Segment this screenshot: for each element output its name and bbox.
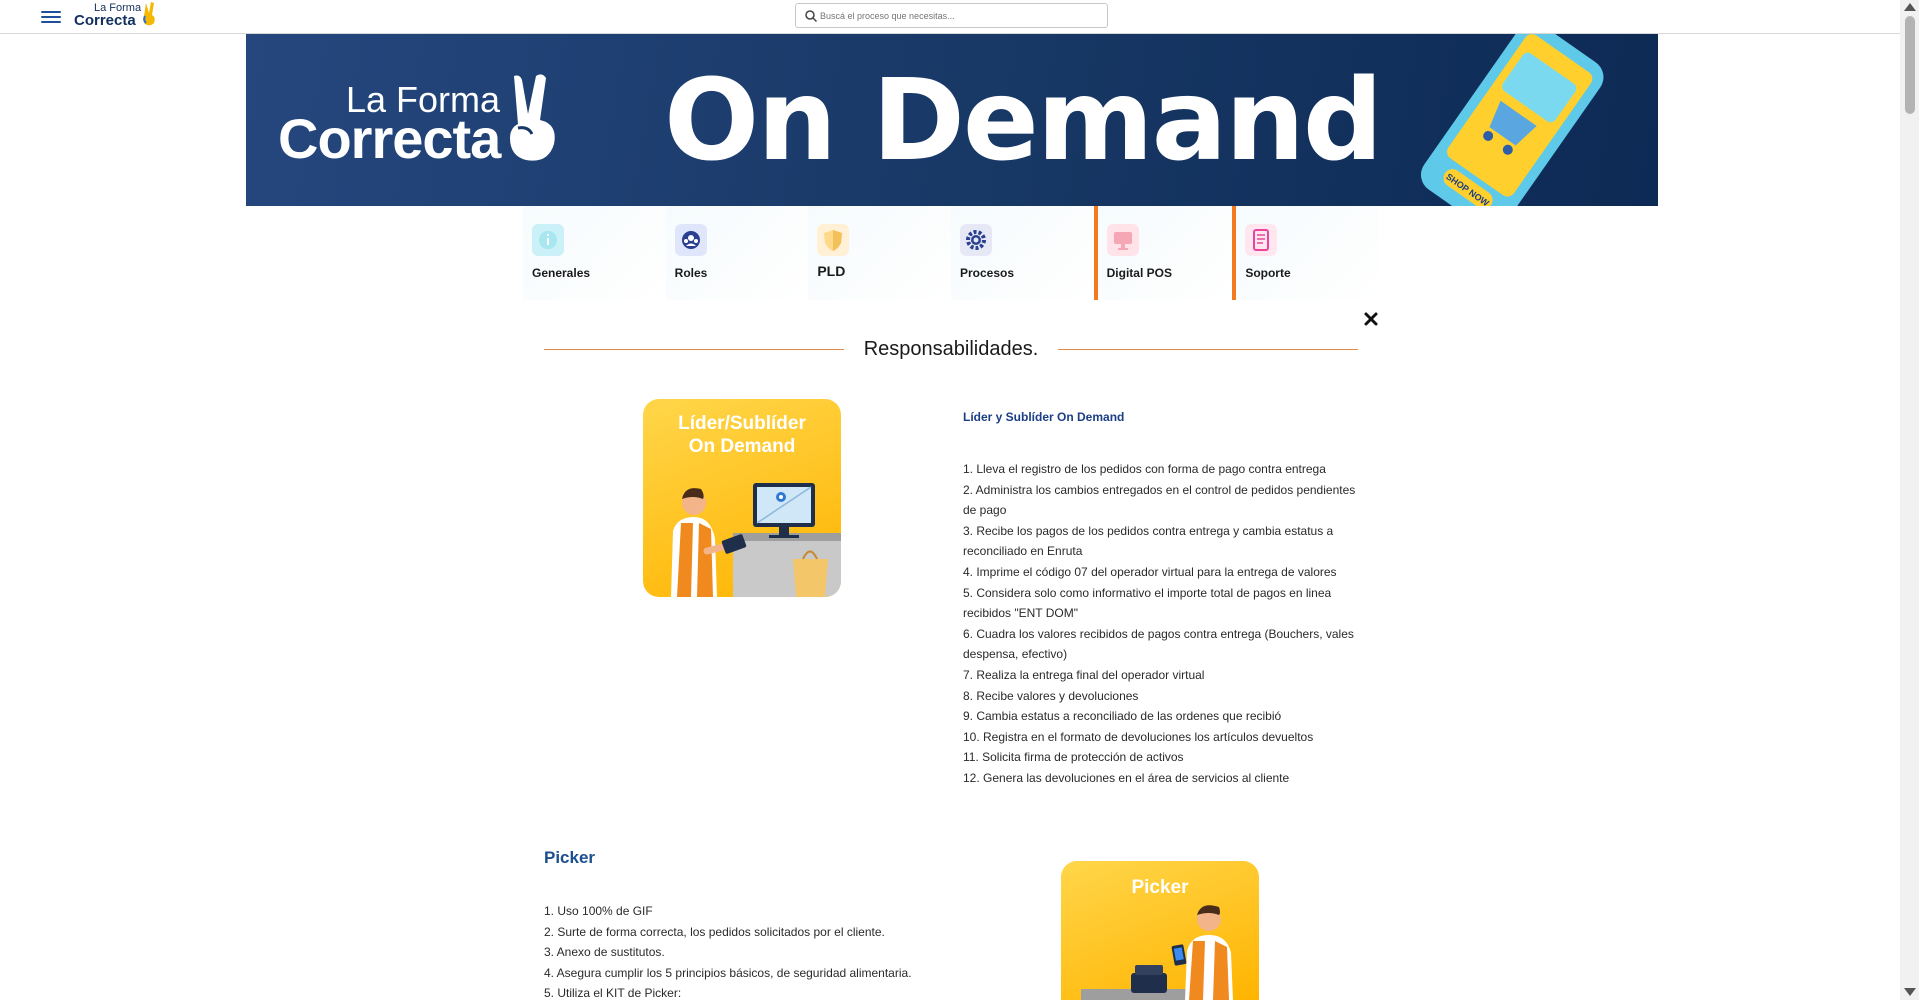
hamburger-menu-icon[interactable] (41, 8, 61, 24)
list-item: 7. Realiza la entrega final del operador… (963, 667, 1205, 682)
tab-generales[interactable]: Generales (523, 206, 666, 300)
card-title-line2: On Demand (688, 436, 796, 457)
peace-hand-icon (143, 2, 155, 26)
section-title: Responsabilidades. (863, 338, 1039, 360)
tab-label: Soporte (1245, 266, 1291, 280)
list-item: 1. Uso 100% de GIF (544, 904, 653, 918)
role-heading-lider: Líder y Sublíder On Demand (963, 410, 1125, 424)
people-icon (674, 224, 707, 256)
gear-icon (959, 224, 992, 256)
tab-label: PLD (817, 263, 846, 279)
search-input[interactable] (820, 6, 1100, 25)
brand-logo[interactable]: La Forma Correcta (74, 1, 160, 31)
list-item: 4. Asegura cumplir los 5 principios bási… (544, 965, 912, 980)
search-icon (805, 10, 818, 23)
tab-label: Generales (532, 266, 591, 280)
list-item: 2. Administra los cambios entregados en … (963, 482, 1356, 518)
info-icon (532, 224, 564, 256)
tab-digital-pos[interactable]: Digital POS (1093, 206, 1237, 300)
list-item: 8. Recibe valores y devoluciones (963, 688, 1139, 703)
list-item: 3. Anexo de sustitutos. (544, 945, 665, 960)
list-item: 4. Imprime el código 07 del operador vir… (963, 564, 1337, 579)
card-title: Picker (1131, 877, 1189, 898)
scroll-up-arrow-icon[interactable] (1904, 3, 1916, 11)
list-item: 3. Recibe los pagos de los pedidos contr… (963, 523, 1334, 559)
divider-line (544, 349, 844, 350)
list-item: 9. Cambia estatus a reconciliado de las … (963, 709, 1282, 724)
responsibility-list: 1. Lleva el registro de los pedidos con … (963, 459, 1363, 789)
tab-pld[interactable]: PLD (808, 206, 951, 300)
shopping-phone-illustration: SHOP NOW (1420, 34, 1604, 206)
document-icon (1245, 224, 1278, 256)
top-bar: La Forma Correcta (0, 0, 1900, 34)
tab-label: Roles (674, 266, 708, 280)
shield-icon (817, 224, 850, 256)
list-item: 5. Utiliza el KIT de Picker: (544, 986, 682, 1001)
scroll-down-arrow-icon[interactable] (1904, 988, 1916, 996)
banner-title: On Demand (664, 56, 1383, 186)
tab-roles[interactable]: Roles (665, 206, 809, 300)
divider-line (1058, 349, 1358, 350)
list-item: 2. Surte de forma correcta, los pedidos … (544, 924, 885, 939)
monitor-icon (1106, 224, 1139, 256)
banner-logo-line2: Correcta (278, 107, 501, 170)
search-box[interactable] (795, 3, 1108, 28)
close-icon[interactable] (1363, 311, 1379, 327)
peace-hand-icon (510, 74, 555, 161)
category-tabs: Generales Roles PLD Procesos Digital POS… (523, 206, 1379, 300)
list-item: 12. Genera las devoluciones en el área d… (963, 770, 1290, 785)
tab-label: Procesos (959, 266, 1014, 280)
role-card-lider: Líder/Sublíder On Demand (643, 399, 841, 597)
role-card-picker: Picker (1061, 861, 1259, 1000)
list-item: 11. Solicita firma de protección de acti… (963, 750, 1184, 765)
tab-procesos[interactable]: Procesos (950, 206, 1094, 300)
hero-banner: La Forma Correcta On Demand SHOP NOW (246, 34, 1658, 206)
scroll-thumb[interactable] (1905, 16, 1915, 114)
list-item: 5. Considera solo como informativo el im… (963, 585, 1332, 621)
list-item: 10. Registra en el formato de devolucion… (963, 729, 1314, 744)
page-scrollbar[interactable] (1900, 0, 1919, 1000)
list-item: 6. Cuadra los valores recibidos de pagos… (963, 626, 1354, 662)
card-title-line1: Líder/Sublíder (678, 413, 806, 434)
responsibility-list: 1. Uso 100% de GIF 2. Surte de forma cor… (544, 901, 964, 1004)
section-header: Responsabilidades. (544, 338, 1358, 362)
tab-soporte[interactable]: Soporte (1236, 206, 1379, 300)
role-heading-picker: Picker (544, 848, 596, 867)
brand-line2: Correcta (74, 12, 136, 29)
tab-label: Digital POS (1106, 266, 1172, 280)
list-item: 1. Lleva el registro de los pedidos con … (963, 462, 1326, 476)
